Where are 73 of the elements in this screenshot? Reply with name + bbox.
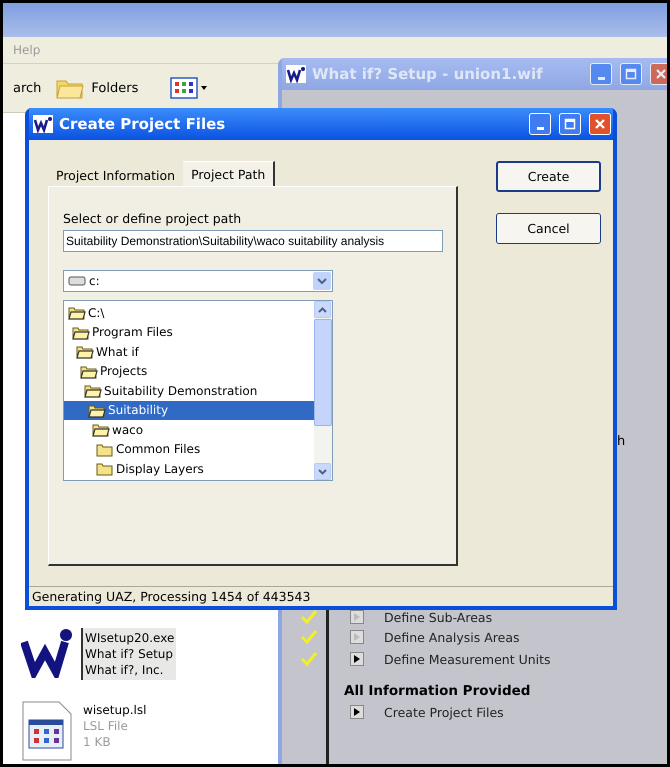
tree-item[interactable]: Common Files [64, 440, 314, 459]
step-label: Define Sub-Areas [384, 610, 492, 624]
scroll-thumb[interactable] [314, 319, 332, 426]
path-input[interactable]: Suitability Demonstration\Suitability\waco suitability analysis [63, 230, 443, 252]
close-icon [655, 68, 667, 80]
play-icon [354, 708, 360, 716]
tree-item[interactable]: What if [64, 342, 314, 362]
folder-icon [96, 461, 114, 476]
maximize-button[interactable] [620, 63, 642, 85]
window-title: What if? Setup - union1.wif [312, 65, 544, 83]
folders-button[interactable]: Folders [53, 74, 140, 102]
play-icon [354, 613, 360, 621]
label-text: h [617, 434, 626, 449]
step-button[interactable] [350, 705, 364, 719]
step-button[interactable] [350, 652, 364, 666]
app-logo-icon [286, 65, 306, 83]
open-folder-icon [68, 305, 86, 320]
status-bar: Generating UAZ, Processing 1454 of 443543 [29, 586, 613, 606]
step-label: Define Measurement Units [384, 652, 551, 666]
minimize-button[interactable] [590, 63, 612, 85]
minimize-icon [598, 76, 604, 80]
file-info: LSL File [83, 718, 129, 734]
play-icon [354, 633, 360, 641]
close-button[interactable] [650, 63, 667, 85]
create-button[interactable]: Create [496, 161, 601, 192]
open-folder-icon [76, 344, 94, 360]
scroll-up-button[interactable] [314, 301, 331, 318]
play-icon [354, 655, 360, 663]
maximize-button[interactable] [559, 113, 581, 135]
chevron-up-icon [318, 306, 327, 312]
tree-item[interactable]: Program Files [64, 322, 314, 342]
close-button[interactable] [589, 113, 611, 135]
drive-label: c: [89, 274, 100, 288]
app-logo-icon [33, 115, 53, 133]
search-button[interactable]: arch [11, 78, 44, 98]
open-folder-icon [84, 383, 102, 398]
maximize-icon [564, 118, 576, 130]
open-folder-icon [72, 324, 90, 340]
chevron-down-icon [318, 468, 327, 474]
maximize-icon [625, 68, 637, 80]
field-label: Select or define project path [63, 211, 242, 226]
file-info: What if?, Inc. [85, 662, 164, 678]
folder-icon [96, 442, 114, 457]
window-title: Create Project Files [59, 115, 226, 133]
open-folder-icon [88, 402, 106, 418]
app-logo-icon [21, 628, 73, 678]
file-info: 1 KB [83, 734, 112, 750]
file-details[interactable]: wisetup.lsl LSL File 1 KB [81, 700, 148, 752]
tree-item[interactable]: Suitability Demonstration [64, 381, 314, 400]
close-icon [594, 118, 606, 130]
tree-item[interactable]: Display Layers [64, 459, 314, 478]
chevron-down-icon [317, 277, 327, 285]
minimize-icon [536, 126, 544, 130]
minimize-button[interactable] [529, 113, 551, 135]
scroll-down-button[interactable] [314, 463, 331, 480]
step-label: Create Project Files [384, 704, 504, 720]
file-name: wisetup.lsl [83, 702, 146, 718]
file-details[interactable]: WIsetup20.exe What if? Setup What if?, Inc. [81, 628, 176, 680]
tree-item[interactable]: C:\ [64, 303, 314, 322]
file-info: What if? Setup [85, 646, 174, 662]
document-icon [21, 700, 73, 762]
section-heading: All Information Provided [344, 683, 530, 699]
tab[interactable]: Project Path [183, 161, 276, 187]
file-name: WIsetup20.exe [85, 630, 174, 646]
open-folder-icon [80, 364, 98, 379]
tree-item[interactable]: waco [64, 420, 314, 440]
drive-icon [68, 276, 86, 286]
step-label: Define Analysis Areas [384, 630, 520, 644]
tree-item[interactable]: Suitability [64, 400, 314, 420]
drive-dropdown[interactable]: c: [63, 270, 333, 292]
tree-item[interactable]: Projects [64, 362, 314, 381]
open-folder-icon [92, 422, 110, 438]
cancel-button[interactable]: Cancel [496, 213, 601, 244]
